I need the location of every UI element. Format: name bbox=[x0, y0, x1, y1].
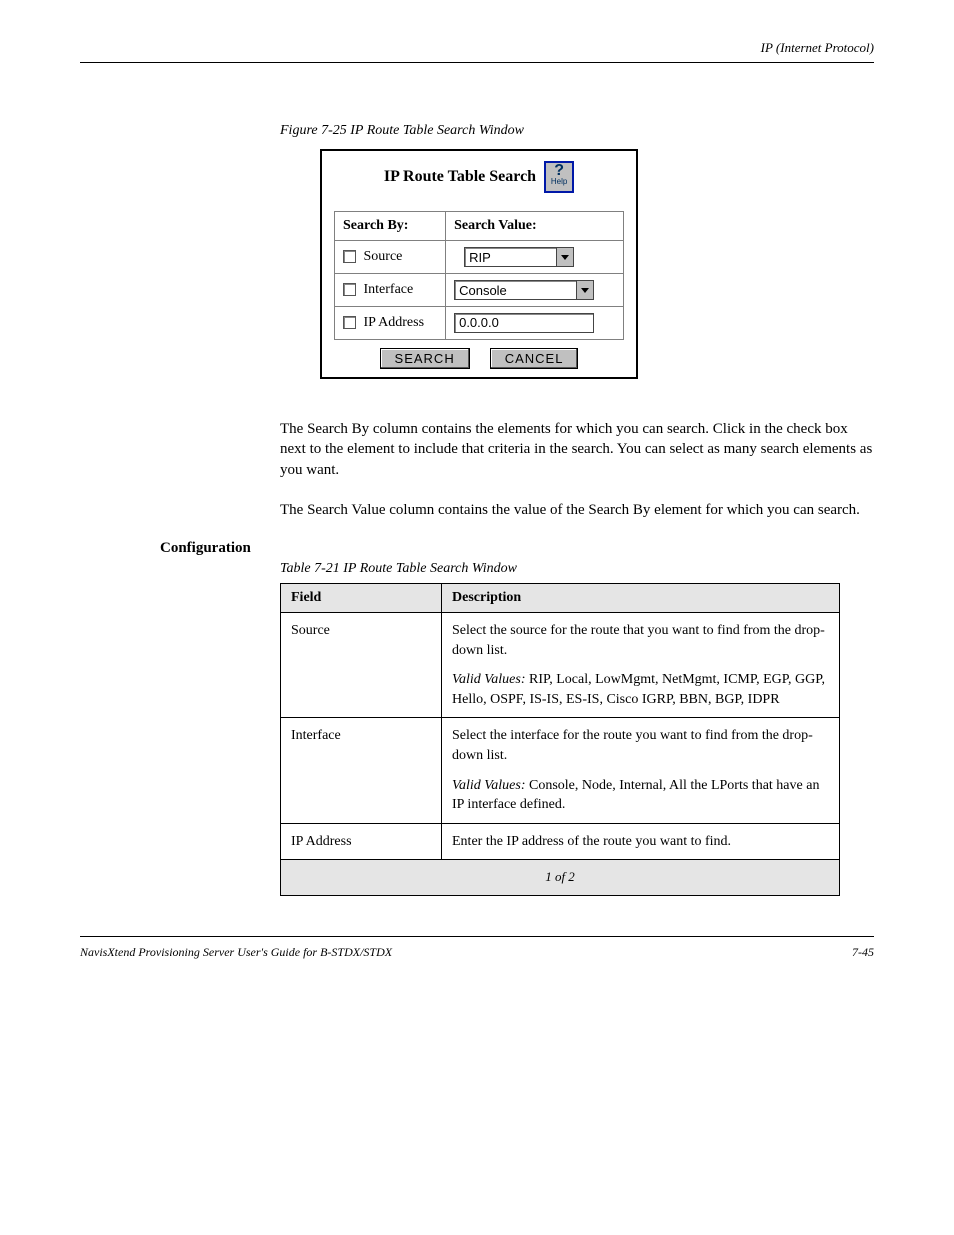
ref-cell-desc: Select the interface for the route you w… bbox=[442, 718, 840, 823]
ref-table: Field Description Source Select the sour… bbox=[280, 583, 840, 896]
input-ip-value: 0.0.0.0 bbox=[459, 315, 499, 330]
ref-row-ip: IP Address Enter the IP address of the r… bbox=[281, 823, 840, 860]
footer-right: 7-45 bbox=[852, 945, 874, 960]
col-search-by: Search By: bbox=[335, 212, 446, 241]
footer-rule bbox=[80, 936, 874, 937]
label-ip: IP Address bbox=[364, 315, 425, 330]
ref-cell-desc: Enter the IP address of the route you wa… bbox=[442, 823, 840, 860]
row-ip: IP Address 0.0.0.0 bbox=[335, 307, 624, 340]
ref-row-continued: 1 of 2 bbox=[281, 860, 840, 895]
search-grid: Search By: Search Value: Source RIP bbox=[334, 211, 624, 340]
row-source: Source RIP bbox=[335, 241, 624, 274]
ref-th-desc: Description bbox=[442, 584, 840, 613]
checkbox-interface[interactable] bbox=[343, 283, 356, 296]
ref-row-interface: Interface Select the interface for the r… bbox=[281, 718, 840, 823]
section-label: Configuration bbox=[160, 540, 874, 557]
ref-cell-field: Interface bbox=[281, 718, 442, 823]
header-rule bbox=[80, 62, 874, 63]
dialog-title: IP Route Table Search bbox=[384, 168, 536, 186]
paragraph-2: The Search Value column contains the val… bbox=[280, 500, 874, 520]
ref-continued: 1 of 2 bbox=[281, 860, 840, 895]
select-source-value: RIP bbox=[469, 250, 491, 265]
input-ip[interactable]: 0.0.0.0 bbox=[454, 313, 594, 333]
figure-caption: Figure 7-25 IP Route Table Search Window bbox=[280, 123, 874, 139]
ref-cell-field: Source bbox=[281, 613, 442, 718]
checkbox-ip[interactable] bbox=[343, 316, 356, 329]
label-interface: Interface bbox=[364, 282, 414, 297]
help-button[interactable]: ? Help bbox=[544, 161, 574, 193]
col-search-value: Search Value: bbox=[446, 212, 624, 241]
ref-th-field: Field bbox=[281, 584, 442, 613]
select-interface-value: Console bbox=[459, 283, 507, 298]
ref-table-title: Table 7-21 IP Route Table Search Window bbox=[280, 561, 874, 577]
footer-left: NavisXtend Provisioning Server User's Gu… bbox=[80, 945, 392, 960]
label-source: Source bbox=[364, 249, 403, 264]
cancel-button[interactable]: CANCEL bbox=[490, 348, 579, 369]
chevron-down-icon bbox=[556, 248, 573, 266]
page-header-right: IP (Internet Protocol) bbox=[80, 40, 874, 56]
checkbox-source[interactable] bbox=[343, 250, 356, 263]
help-icon: ? bbox=[554, 164, 564, 178]
search-button[interactable]: SEARCH bbox=[380, 348, 470, 369]
select-source[interactable]: RIP bbox=[464, 247, 574, 267]
ref-cell-desc: Select the source for the route that you… bbox=[442, 613, 840, 718]
row-interface: Interface Console bbox=[335, 274, 624, 307]
help-label: Help bbox=[551, 178, 567, 186]
ref-row-source: Source Select the source for the route t… bbox=[281, 613, 840, 718]
search-dialog: IP Route Table Search ? Help Search By: … bbox=[320, 149, 638, 379]
paragraph-1: The Search By column contains the elemen… bbox=[280, 419, 874, 480]
select-interface[interactable]: Console bbox=[454, 280, 594, 300]
ref-cell-field: IP Address bbox=[281, 823, 442, 860]
chevron-down-icon bbox=[576, 281, 593, 299]
